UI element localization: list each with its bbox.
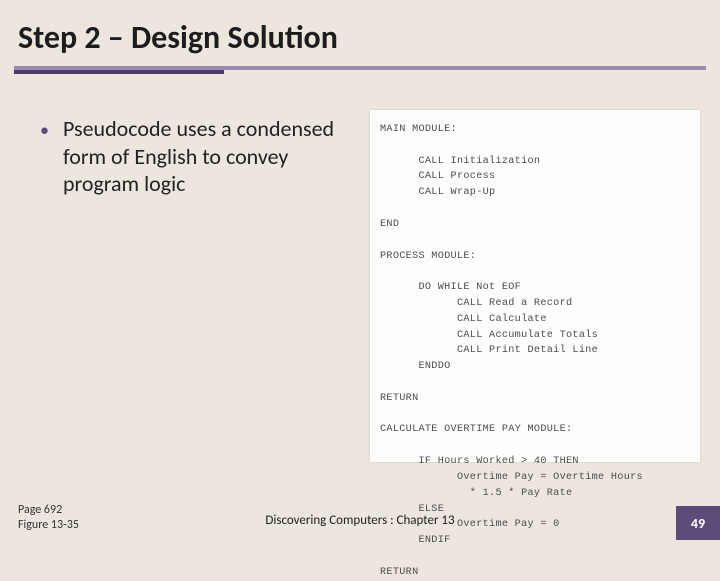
bullet-text: Pseudocode uses a condensed form of Engl…: [63, 115, 340, 198]
slide-title: Step 2 – Design Solution: [0, 0, 720, 57]
footer-text: Discovering Computers : Chapter 13: [0, 513, 720, 528]
slide-number: 49: [676, 506, 720, 540]
body-text: • Pseudocode uses a condensed form of En…: [40, 115, 340, 198]
pseudocode-block: MAIN MODULE: CALL Initialization CALL Pr…: [370, 110, 700, 462]
bullet-icon: •: [40, 119, 49, 198]
title-underline: [14, 66, 706, 70]
bullet-item: • Pseudocode uses a condensed form of En…: [40, 115, 340, 198]
